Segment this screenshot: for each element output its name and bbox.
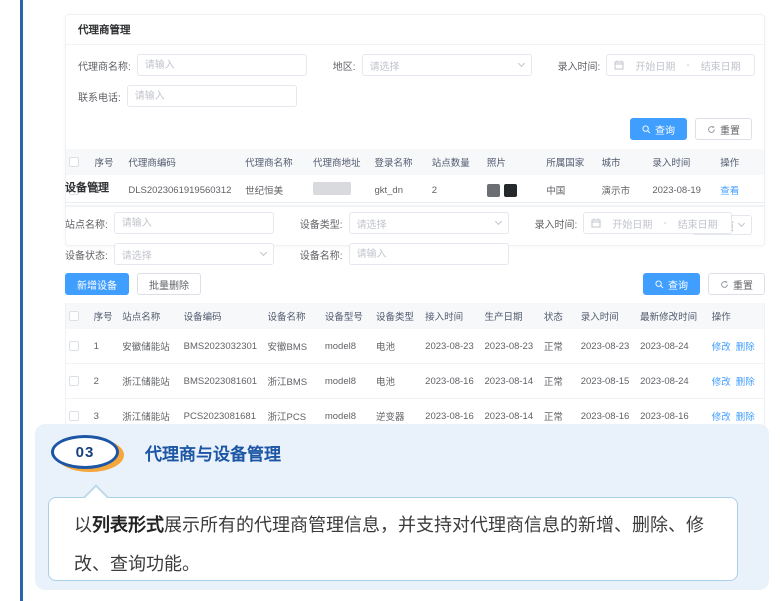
device-type-label: 设备类型: [300, 216, 343, 231]
col-login-name: 登录名称 [371, 149, 428, 175]
end-date-placeholder[interactable]: 结束日期 [672, 216, 724, 231]
step-number-badge: 03 [51, 435, 123, 470]
screenshot-frame: 代理商管理 代理商名称: 地区: 请选择 录入时间: [0, 0, 780, 601]
delete-link[interactable]: 删除 [736, 412, 755, 423]
agent-table-header-row: 序号 代理商编码 代理商名称 代理商地址 登录名称 站点数量 照片 所属国家 城… [66, 149, 764, 175]
agent-search-form: 代理商名称: 地区: 请选择 录入时间: [66, 45, 764, 107]
device-section-title: 设备管理 [65, 174, 765, 203]
col-access-time: 接入时间 [422, 303, 481, 329]
calendar-icon [591, 218, 601, 228]
modify-link[interactable]: 修改 [712, 412, 731, 423]
col-device-model: 设备型号 [322, 303, 373, 329]
description-text: 以列表形式展示所有的代理商管理信息，并支持对代理商信息的新增、删除、修改、查询功… [74, 506, 712, 583]
col-actions: 操作 [717, 149, 764, 175]
chevron-down-icon [260, 249, 267, 256]
modify-link[interactable]: 修改 [712, 342, 731, 353]
region-select[interactable]: 请选择 [362, 54, 532, 76]
phone-input[interactable] [127, 85, 297, 107]
col-status: 状态 [541, 303, 578, 329]
description-bold: 列表形式 [92, 515, 164, 535]
col-device-code: 设备编码 [181, 303, 265, 329]
delete-link[interactable]: 删除 [736, 377, 755, 388]
refresh-icon [707, 125, 716, 134]
col-agent-name: 代理商名称 [242, 149, 310, 175]
refresh-icon [720, 280, 729, 289]
description-box: 以列表形式展示所有的代理商管理信息，并支持对代理商信息的新增、删除、修改、查询功… [48, 497, 738, 581]
device-name-input[interactable] [349, 243, 509, 265]
region-label: 地区: [333, 58, 356, 73]
col-actions: 操作 [709, 303, 764, 329]
agent-entry-time-range[interactable]: 开始日期 - 结束日期 [606, 54, 754, 76]
agent-entry-time-label: 录入时间: [558, 58, 601, 73]
col-production-date: 生产日期 [482, 303, 541, 329]
search-icon [655, 280, 664, 289]
col-photos: 照片 [484, 149, 543, 175]
row-checkbox[interactable] [69, 411, 79, 421]
date-separator: - [686, 60, 689, 71]
device-status-select[interactable]: 请选择 [114, 243, 274, 265]
col-agent-code: 代理商编码 [125, 149, 242, 175]
phone-label: 联系电话: [78, 89, 121, 104]
add-device-button[interactable]: 新增设备 [65, 273, 129, 295]
device-type-select[interactable]: 请选择 [349, 212, 509, 234]
col-last-modified: 最新修改时间 [637, 303, 709, 329]
col-entry-time: 录入时间 [578, 303, 637, 329]
device-table-header-row: 序号 站点名称 设备编码 设备名称 设备型号 设备类型 接入时间 生产日期 状态… [66, 303, 764, 329]
col-city: 城市 [598, 149, 649, 175]
status-badge: 正常 [541, 329, 578, 364]
device-reset-button[interactable]: 重置 [708, 273, 765, 295]
device-status-label: 设备状态: [65, 247, 108, 262]
select-all-checkbox[interactable] [69, 311, 79, 321]
device-search-button[interactable]: 查询 [643, 273, 700, 295]
agent-search-button[interactable]: 查询 [630, 118, 687, 140]
col-site-name: 站点名称 [119, 303, 180, 329]
date-separator: - [663, 218, 666, 229]
col-device-type: 设备类型 [373, 303, 422, 329]
search-icon [642, 125, 651, 134]
device-entry-time-label: 录入时间: [535, 216, 578, 231]
site-name-label: 站点名称: [65, 216, 108, 231]
calendar-icon [614, 60, 624, 70]
col-country: 所属国家 [543, 149, 598, 175]
site-name-input[interactable] [114, 212, 274, 234]
delete-link[interactable]: 删除 [736, 342, 755, 353]
device-status-placeholder: 请选择 [122, 247, 152, 262]
col-entry-time: 录入时间 [649, 149, 717, 175]
device-name-label: 设备名称: [300, 247, 343, 262]
device-table-row: 2 浙江储能站 BMS2023081601 浙江BMS model8 电池 20… [66, 364, 764, 399]
start-date-placeholder[interactable]: 开始日期 [629, 58, 681, 73]
start-date-placeholder[interactable]: 开始日期 [606, 216, 658, 231]
agent-reset-button[interactable]: 重置 [695, 118, 752, 140]
select-all-checkbox[interactable] [69, 157, 79, 167]
col-seq: 序号 [91, 149, 125, 175]
agent-name-input[interactable] [137, 54, 307, 76]
device-entry-time-range[interactable]: 开始日期 - 结束日期 [583, 212, 731, 234]
row-checkbox[interactable] [69, 376, 79, 386]
device-table-row: 1 安徽储能站 BMS2023032301 安徽BMS model8 电池 20… [66, 329, 764, 364]
callout-panel: 03 代理商与设备管理 以列表形式展示所有的代理商管理信息，并支持对代理商信息的… [35, 424, 769, 590]
agent-name-label: 代理商名称: [78, 58, 131, 73]
chevron-down-icon [518, 60, 525, 67]
device-type-placeholder: 请选择 [357, 216, 387, 231]
agent-section-title: 代理商管理 [66, 15, 764, 45]
col-agent-address: 代理商地址 [310, 149, 372, 175]
col-site-count: 站点数量 [429, 149, 484, 175]
batch-delete-button[interactable]: 批量删除 [137, 273, 201, 295]
chevron-down-icon [495, 218, 502, 225]
status-badge: 正常 [541, 364, 578, 399]
col-device-name: 设备名称 [265, 303, 322, 329]
end-date-placeholder[interactable]: 结束日期 [695, 58, 747, 73]
region-select-placeholder: 请选择 [370, 58, 400, 73]
left-accent-line [20, 0, 23, 601]
col-seq: 序号 [91, 303, 120, 329]
device-search-form: 站点名称: 设备类型: 请选择 录入时间: [65, 203, 765, 265]
modify-link[interactable]: 修改 [712, 377, 731, 388]
row-checkbox[interactable] [69, 341, 79, 351]
callout-title: 代理商与设备管理 [145, 440, 281, 465]
